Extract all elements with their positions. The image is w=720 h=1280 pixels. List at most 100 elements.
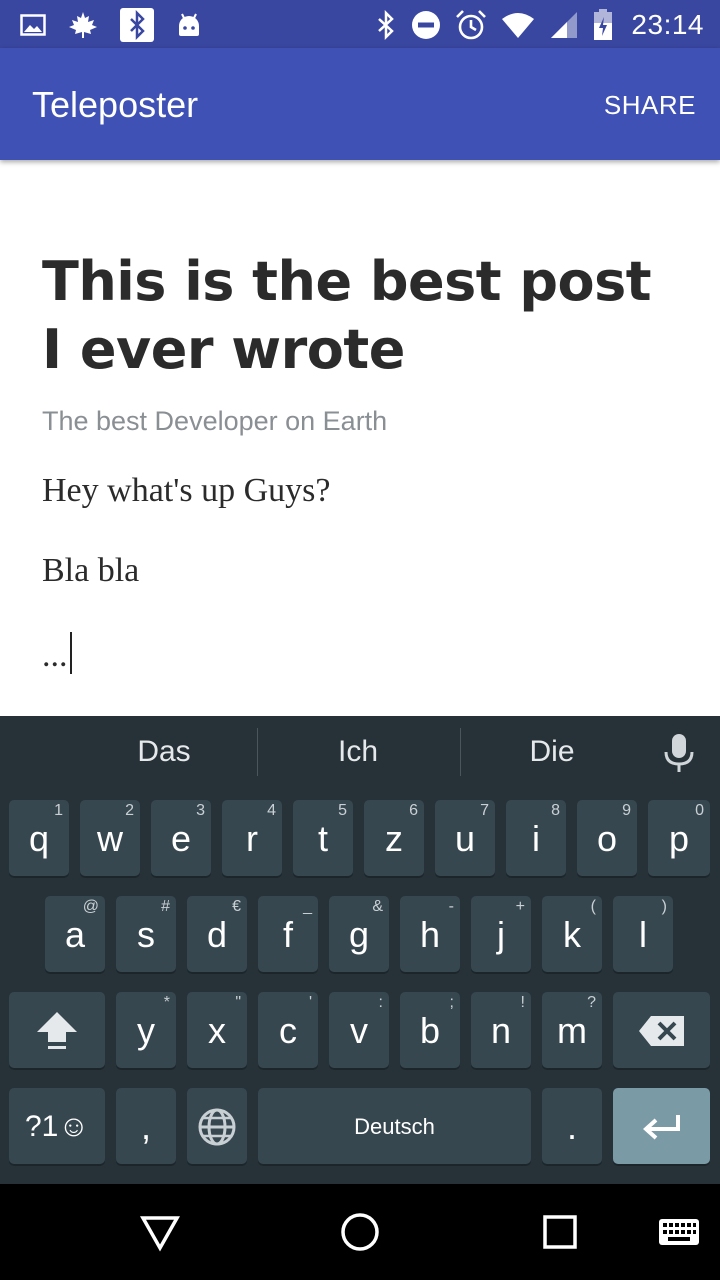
globe-icon <box>187 1088 247 1164</box>
key-y[interactable]: * y <box>116 992 176 1068</box>
key-label: z <box>385 818 403 859</box>
key-label: b <box>419 1010 441 1051</box>
key-j[interactable]: + j <box>471 896 531 972</box>
post-author[interactable]: The best Developer on Earth <box>42 406 387 437</box>
system-icons: 23:14 <box>375 8 704 42</box>
key-label: x <box>208 1010 226 1051</box>
key-label: f <box>282 914 293 955</box>
key-d[interactable]: € d <box>187 896 247 972</box>
wifi-icon <box>501 11 535 39</box>
post-body-line[interactable]: Hey what's up Guys? <box>42 472 330 510</box>
key-label: i <box>532 818 540 859</box>
soft-keyboard: Das Ich Die 1q 2w 3e 4r 5t 6z 7u 8i 9o 0… <box>0 716 720 1184</box>
post-body-text: ... <box>42 637 68 674</box>
app-bar: Teleposter SHARE <box>0 48 720 160</box>
key-q[interactable]: 1q <box>9 800 69 876</box>
suggestion-1[interactable]: Das <box>72 716 256 788</box>
key-w[interactable]: 2w <box>80 800 140 876</box>
key-label: j <box>497 914 505 955</box>
language-key[interactable] <box>187 1088 247 1164</box>
post-body-line-active[interactable]: ... <box>42 632 72 675</box>
key-v[interactable]: :v <box>329 992 389 1068</box>
key-label: m <box>557 1010 587 1051</box>
app-title: Teleposter <box>32 84 199 125</box>
post-body-line[interactable]: Bla bla <box>42 552 139 590</box>
comma-key[interactable]: , <box>116 1088 176 1164</box>
suggestion-divider <box>460 728 461 776</box>
key-x[interactable]: " x <box>187 992 247 1068</box>
key-h[interactable]: -h <box>400 896 460 972</box>
key-label: l <box>639 914 647 955</box>
post-title[interactable]: This is the best post I ever wrote <box>42 248 682 384</box>
space-key[interactable]: Deutsch <box>258 1088 531 1164</box>
key-o[interactable]: 9o <box>577 800 637 876</box>
key-k[interactable]: (k <box>542 896 602 972</box>
symbols-key[interactable]: ?1☺ <box>9 1088 105 1164</box>
period-key[interactable]: . <box>542 1088 602 1164</box>
post-editor[interactable]: This is the best post I ever wrote The b… <box>0 160 720 716</box>
recents-icon[interactable] <box>542 1212 578 1256</box>
key-s[interactable]: # s <box>116 896 176 972</box>
bluetooth-icon <box>375 10 397 40</box>
key-a[interactable]: @ a <box>45 896 105 972</box>
bluetooth-notification-icon <box>120 8 154 42</box>
back-icon[interactable] <box>139 1212 181 1256</box>
notification-icons <box>20 8 202 42</box>
enter-key[interactable] <box>613 1088 710 1164</box>
key-label: a <box>64 914 86 955</box>
keyboard-switch-icon[interactable] <box>658 1216 700 1252</box>
key-l[interactable]: ) l <box>613 896 673 972</box>
key-label: d <box>206 914 228 955</box>
key-r[interactable]: 4r <box>222 800 282 876</box>
home-icon[interactable] <box>340 1212 380 1256</box>
backspace-icon <box>613 992 710 1068</box>
suggestion-3[interactable]: Die <box>462 716 642 788</box>
key-i[interactable]: 8i <box>506 800 566 876</box>
alarm-icon <box>455 9 487 41</box>
key-label: . <box>566 1106 577 1147</box>
key-label: o <box>596 818 618 859</box>
key-c[interactable]: ' c <box>258 992 318 1068</box>
key-label: y <box>137 1010 155 1051</box>
key-t[interactable]: 5t <box>293 800 353 876</box>
key-g[interactable]: & g <box>329 896 389 972</box>
shift-key[interactable] <box>9 992 105 1068</box>
cell-signal-icon <box>549 10 579 40</box>
key-n[interactable]: ! n <box>471 992 531 1068</box>
backspace-key[interactable] <box>613 992 710 1068</box>
key-f[interactable]: _ f <box>258 896 318 972</box>
do-not-disturb-icon <box>411 10 441 40</box>
suggestion-strip: Das Ich Die <box>0 716 720 788</box>
status-bar: 23:14 <box>0 0 720 48</box>
key-label: , <box>140 1106 151 1147</box>
gallery-icon <box>20 13 46 37</box>
share-button[interactable]: SHARE <box>604 90 696 121</box>
key-label: g <box>348 914 370 955</box>
key-label: v <box>350 1010 368 1051</box>
clock-time: 23:14 <box>631 9 704 40</box>
key-label: ?1☺ <box>25 1110 89 1143</box>
text-cursor <box>69 632 72 674</box>
microphone-icon[interactable] <box>662 732 696 778</box>
key-label: e <box>170 818 192 859</box>
key-label: Deutsch <box>354 1114 435 1139</box>
key-label: u <box>454 818 476 859</box>
battery-icon <box>593 9 613 41</box>
key-label: p <box>668 818 690 859</box>
shift-icon <box>9 992 105 1068</box>
key-z[interactable]: 6z <box>364 800 424 876</box>
key-u[interactable]: 7u <box>435 800 495 876</box>
maple-leaf-icon <box>68 11 98 39</box>
key-label: k <box>563 914 581 955</box>
key-p[interactable]: 0p <box>648 800 710 876</box>
key-e[interactable]: 3e <box>151 800 211 876</box>
suggestion-2[interactable]: Ich <box>258 716 458 788</box>
key-m[interactable]: ? m <box>542 992 602 1068</box>
key-b[interactable]: ; b <box>400 992 460 1068</box>
key-label: c <box>279 1010 297 1051</box>
navigation-bar <box>0 1184 720 1280</box>
key-label: r <box>246 818 258 859</box>
key-label: w <box>97 818 123 859</box>
key-label: h <box>419 914 441 955</box>
key-label: n <box>490 1010 512 1051</box>
